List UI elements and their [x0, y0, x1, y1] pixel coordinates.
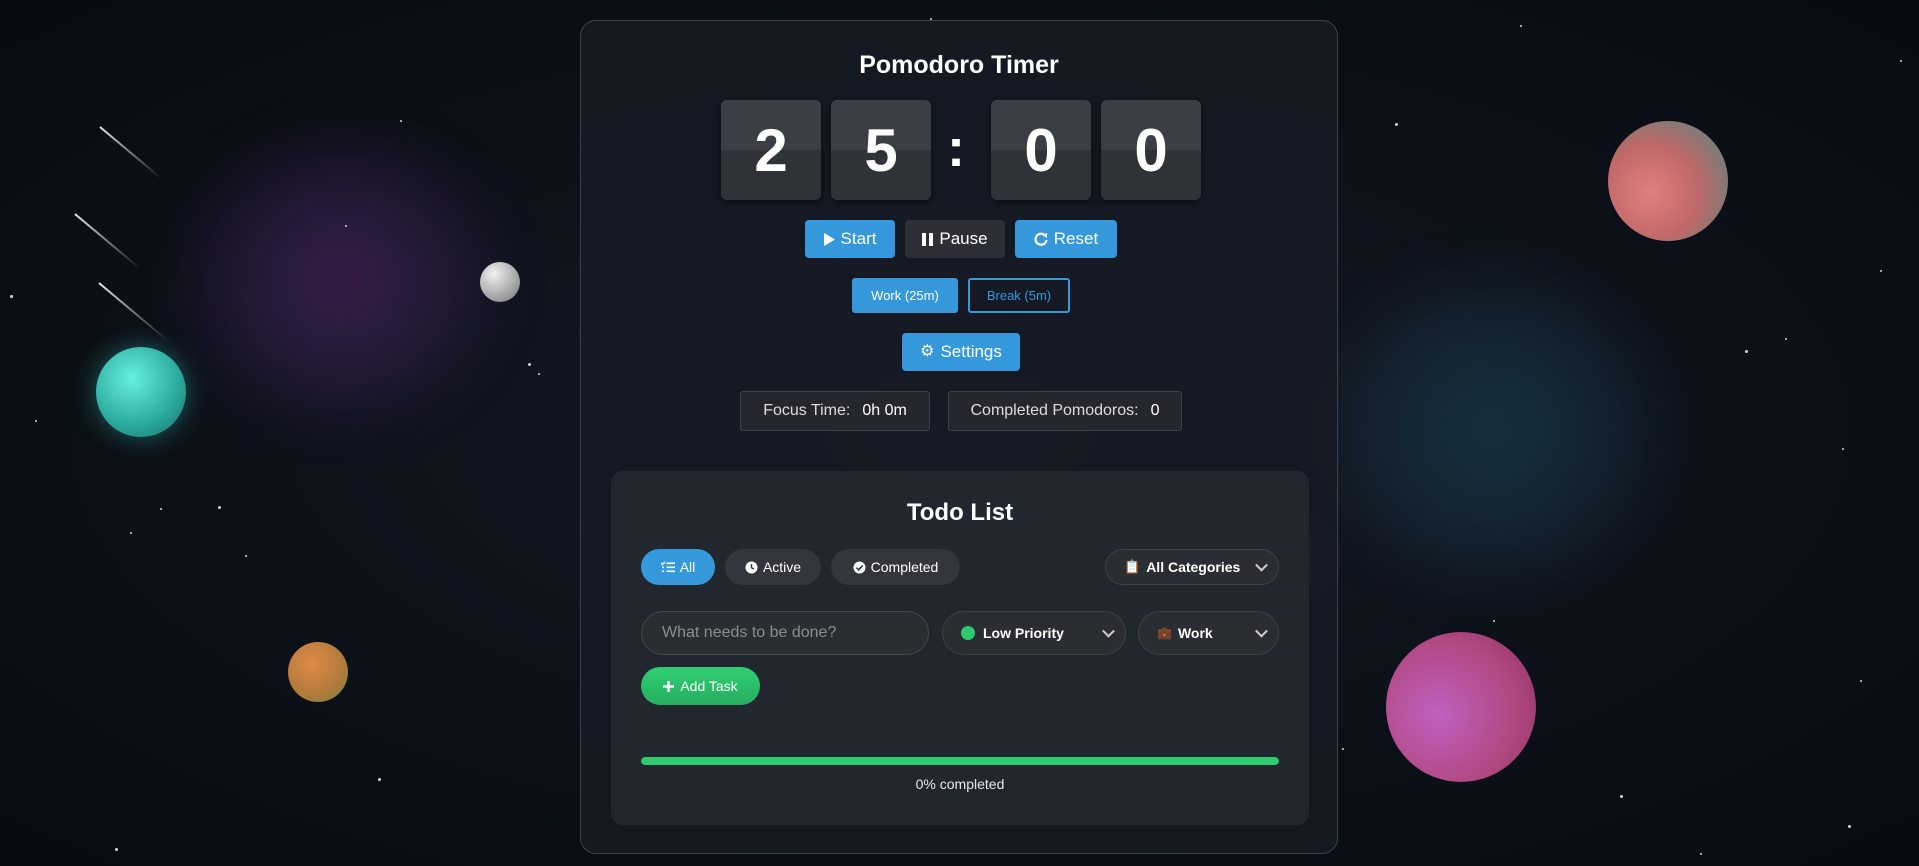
star [1880, 270, 1882, 272]
reset-button[interactable]: Reset [1015, 220, 1117, 258]
star [1745, 350, 1748, 353]
star [1860, 680, 1862, 682]
category-filter-select[interactable]: 📋 All Categories [1105, 549, 1279, 585]
list-check-icon [660, 561, 675, 573]
filter-completed[interactable]: Completed [831, 549, 960, 585]
add-task-button[interactable]: Add Task [641, 667, 760, 705]
category-select[interactable]: 💼 Work [1138, 611, 1279, 655]
completed-pomodoros-stat: Completed Pomodoros: 0 [948, 391, 1182, 431]
progress-text: 0% completed [915, 776, 1005, 792]
progress-bar [641, 757, 1279, 765]
seconds-tens-digit: 0 [991, 100, 1091, 200]
chevron-down-icon [1255, 558, 1268, 572]
focus-time-stat: Focus Time: 0h 0m [740, 391, 930, 431]
meteor [74, 213, 141, 270]
focus-time-value: 0h 0m [862, 402, 907, 419]
category-filter-label: All Categories [1146, 559, 1241, 575]
todo-title: Todo List [906, 499, 1014, 526]
task-input[interactable] [641, 611, 929, 655]
teal-nebula [1330, 280, 1660, 580]
star [160, 508, 162, 510]
star [345, 225, 347, 227]
star [378, 778, 381, 781]
minutes-tens-digit: 2 [721, 100, 821, 200]
gear-icon: ⚙ [920, 343, 935, 360]
filter-all[interactable]: All [641, 549, 715, 585]
star [218, 506, 221, 509]
star [1842, 448, 1844, 450]
priority-label: Low Priority [983, 625, 1064, 641]
minutes-ones-digit: 5 [831, 100, 931, 200]
red-teal-planet [1608, 121, 1728, 241]
seconds-ones-digit: 0 [1101, 100, 1201, 200]
settings-label: Settings [940, 342, 1002, 361]
clock-icon [745, 561, 758, 573]
clipboard-icon: 📋 [1124, 559, 1141, 574]
star [538, 373, 540, 375]
filter-active-label: Active [762, 559, 802, 575]
plus-icon [663, 680, 675, 692]
star [130, 532, 132, 534]
star [35, 420, 37, 422]
orange-planet [288, 642, 348, 702]
purple-nebula [190, 150, 490, 410]
chevron-down-icon [1102, 624, 1115, 638]
break-mode-button[interactable]: Break (5m) [968, 278, 1070, 313]
star [115, 848, 118, 851]
reset-label: Reset [1053, 229, 1099, 248]
star [1520, 25, 1522, 27]
star [1493, 620, 1495, 622]
star [528, 363, 531, 366]
redo-icon [1034, 232, 1048, 246]
chevron-down-icon [1255, 624, 1268, 638]
meteor [98, 282, 169, 342]
progress-fill [641, 757, 1279, 765]
grey-moon [480, 262, 520, 302]
star [1395, 123, 1398, 126]
star [1342, 748, 1344, 750]
pause-button[interactable]: Pause [905, 220, 1005, 258]
cyan-planet [96, 347, 186, 437]
pause-label: Pause [939, 229, 988, 248]
briefcase-icon: 💼 [1157, 626, 1172, 640]
check-circle-icon [853, 561, 866, 573]
filter-all-label: All [679, 559, 696, 575]
star [10, 295, 13, 298]
category-label: Work [1177, 625, 1213, 641]
play-icon [823, 232, 835, 246]
start-button[interactable]: Start [805, 220, 895, 258]
focus-time-label: Focus Time: [763, 402, 851, 419]
star [1620, 795, 1623, 798]
priority-select[interactable]: Low Priority [942, 611, 1126, 655]
start-label: Start [840, 229, 877, 248]
settings-button[interactable]: ⚙ Settings [902, 333, 1020, 371]
star [1700, 853, 1702, 855]
work-mode-button[interactable]: Work (25m) [852, 278, 958, 313]
star [400, 120, 402, 122]
star [245, 555, 247, 557]
pomodoro-card: Pomodoro Timer 2 5 : 0 0 Start Pause Res… [580, 20, 1338, 854]
star [1785, 338, 1787, 340]
magenta-planet [1386, 632, 1536, 782]
completed-pomodoros-label: Completed Pomodoros: [970, 402, 1139, 419]
filter-active[interactable]: Active [725, 549, 821, 585]
page-title: Pomodoro Timer [859, 51, 1059, 79]
time-separator: : [947, 118, 965, 178]
star [1900, 60, 1902, 62]
todo-panel: Todo List All Active Completed 📋 All Cat… [611, 471, 1309, 825]
star [1848, 825, 1851, 828]
add-task-label: Add Task [680, 678, 738, 694]
filter-completed-label: Completed [870, 559, 939, 575]
completed-pomodoros-value: 0 [1150, 402, 1160, 419]
priority-dot [961, 626, 975, 640]
meteor [99, 126, 162, 180]
pause-icon [922, 232, 934, 246]
